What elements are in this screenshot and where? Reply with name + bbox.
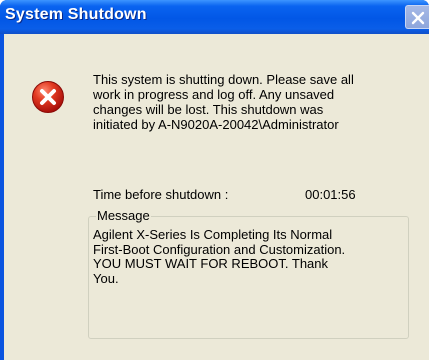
group-message-text: Agilent X-Series Is Completing Its Norma… <box>93 227 346 286</box>
error-icon <box>32 81 64 113</box>
close-icon <box>411 11 425 25</box>
title-bar[interactable]: System Shutdown <box>0 0 429 34</box>
close-button[interactable] <box>405 5 429 29</box>
window-title: System Shutdown <box>5 6 147 23</box>
dialog-body: This system is shutting down. Please sav… <box>4 34 429 360</box>
shutdown-message: This system is shutting down. Please sav… <box>93 72 354 132</box>
time-countdown: 00:01:56 <box>305 187 356 202</box>
time-label: Time before shutdown : <box>93 187 229 202</box>
time-before-shutdown-row: Time before shutdown : 00:01:56 <box>93 187 356 202</box>
message-group-label: Message <box>96 208 151 223</box>
shutdown-dialog-window: System Shutdown This system is shutting … <box>0 0 429 360</box>
